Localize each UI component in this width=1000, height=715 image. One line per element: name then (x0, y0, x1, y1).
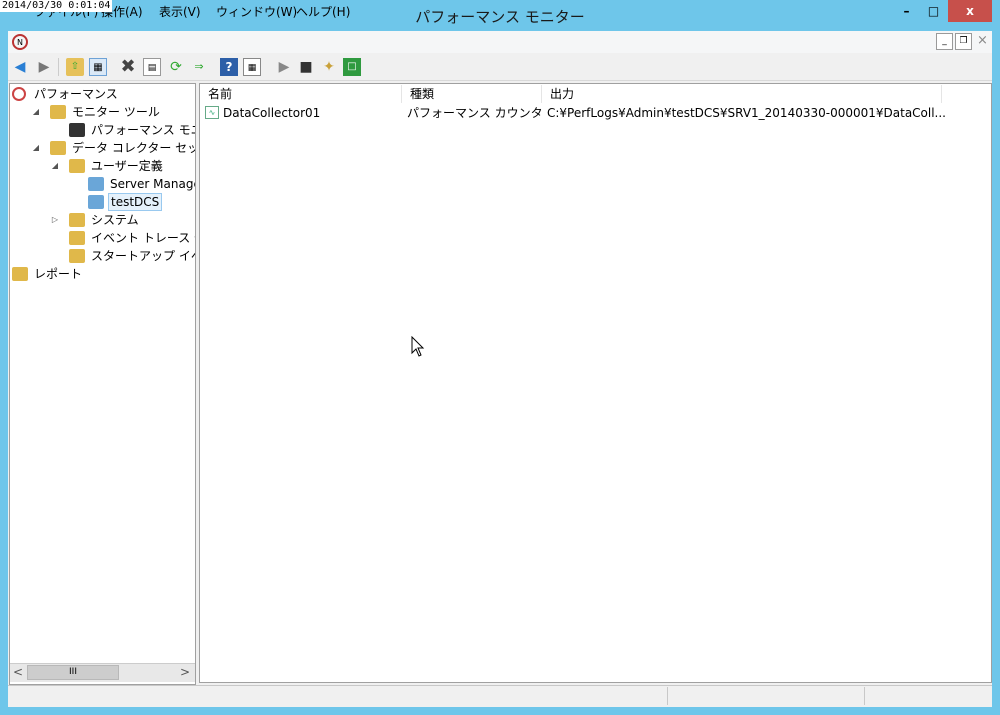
row-name[interactable]: DataCollector01 (223, 104, 398, 122)
collapse-icon[interactable]: ◢ (31, 139, 41, 157)
dcs-running-icon (88, 195, 104, 209)
trace-folder-icon (69, 231, 85, 245)
tree-node-label: testDCS (108, 193, 163, 211)
menu-window[interactable]: ウィンドウ(W) (216, 3, 297, 20)
dcs-icon (88, 177, 104, 191)
mouse-cursor-icon (411, 335, 425, 358)
column-header-output[interactable]: 出力 (542, 85, 942, 103)
status-separator (667, 687, 668, 705)
tree-node-label: ユーザー定義 (91, 159, 163, 173)
mdi-close-button[interactable]: × (974, 33, 991, 50)
tree-node-label: Server Manager P (110, 177, 195, 191)
folder-icon (50, 105, 66, 119)
folder-icon (50, 141, 66, 155)
minimize-button[interactable]: – (893, 0, 920, 22)
scroll-thumb[interactable]: III (27, 665, 119, 680)
status-bar (8, 685, 992, 707)
start-icon[interactable]: ▶ (275, 58, 293, 76)
expand-icon[interactable]: ▷ (50, 211, 60, 229)
system-folder-icon (69, 213, 85, 227)
tree-node-label: パフォーマンス (34, 87, 118, 101)
scroll-left-button[interactable]: < (10, 664, 26, 681)
collapse-icon[interactable]: ◢ (31, 103, 41, 121)
tree-node-label: レポート (34, 267, 83, 281)
monitor-graph-icon (69, 123, 85, 137)
mdi-restore-button[interactable]: ❐ (955, 33, 972, 50)
maximize-button[interactable]: □ (920, 0, 947, 22)
column-header-name[interactable]: 名前 (200, 85, 402, 103)
data-collector-icon: ∿ (205, 106, 219, 119)
stop-icon[interactable]: ■ (297, 58, 315, 76)
status-separator (864, 687, 865, 705)
scroll-right-button[interactable]: > (177, 664, 193, 681)
tree-node-label: パフォーマンス モニター (91, 123, 195, 137)
timestamp-overlay: 2014/03/30 0:01:04 (0, 0, 113, 12)
trace-folder-icon (69, 249, 85, 263)
tree-node-label: モニター ツール (72, 105, 160, 119)
action-pane-icon[interactable]: ▦ (243, 58, 261, 76)
row-type: パフォーマンス カウンター (407, 106, 542, 120)
user-folder-icon (69, 159, 85, 173)
column-header-type[interactable]: 種類 (402, 85, 542, 103)
detail-list[interactable] (199, 83, 992, 683)
tree-node-label: システム (91, 213, 139, 227)
perfmon-icon (12, 87, 26, 101)
help-icon[interactable]: ? (220, 58, 238, 76)
tree-node-label: データ コレクター セット (72, 141, 195, 155)
tree-node-label: イベント トレース セッション (91, 231, 195, 245)
close-button[interactable]: x (948, 0, 992, 22)
collapse-icon[interactable]: ◢ (50, 157, 60, 175)
row-output: C:¥PerfLogs¥Admin¥testDCS¥SRV1_20140330-… (547, 106, 946, 120)
report-folder-icon (12, 267, 28, 281)
tree-node-label: スタートアップ イベント トレ (91, 249, 195, 263)
notebook-icon[interactable]: □ (343, 58, 361, 76)
new-icon[interactable]: ✦ (320, 58, 338, 76)
mdi-minimize-button[interactable]: _ (936, 33, 953, 50)
menu-help[interactable]: ヘルプ(H) (296, 3, 350, 20)
